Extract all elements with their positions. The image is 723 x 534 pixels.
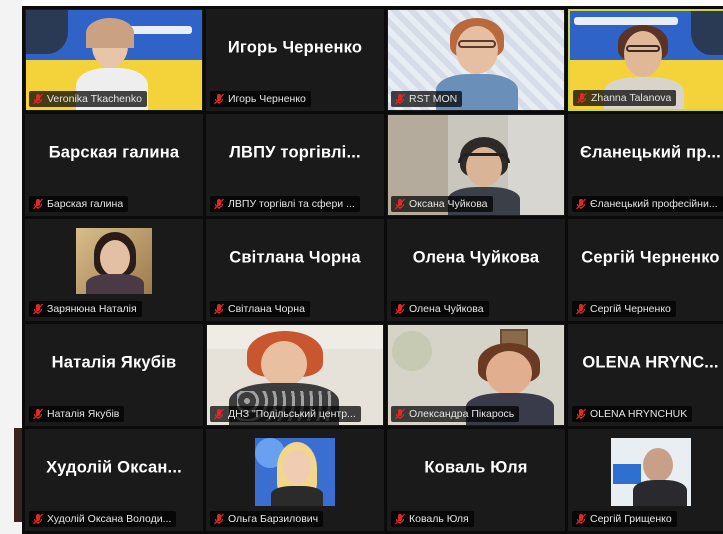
participant-name-tag: Олександра Пікарось [391,406,520,422]
mic-muted-icon [395,408,405,420]
mic-muted-icon [214,198,224,210]
mic-muted-icon [33,513,43,525]
participant-name: RST MON [409,93,458,105]
participant-name: Оксана Чуйкова [409,198,488,210]
mic-muted-icon [33,93,43,105]
mic-muted-icon [576,408,586,420]
mic-muted-icon [576,303,586,315]
participant-name: Veronika Tkachenko [47,93,142,105]
participant-name: Сергій Черненко [590,303,671,315]
mic-muted-icon [33,198,43,210]
participant-tile[interactable]: Коваль Юля Коваль Юля [387,429,565,531]
participant-name-tag: ЛВПУ торгівлі та сфери ... [210,196,360,212]
participant-name: Олена Чуйкова [409,303,484,315]
participant-name: Барская галина [47,198,124,210]
participant-name-tag: Veronika Tkachenko [29,91,147,107]
mic-muted-icon [214,93,224,105]
background-window-edge [0,0,22,534]
participant-tile[interactable]: Veronika Tkachenko [25,9,203,111]
mic-muted-icon [214,408,224,420]
participant-tile[interactable]: Зарянюна Наталія [25,219,203,321]
participant-avatar-photo [255,438,335,506]
participant-name: Наталія Якубів [47,408,120,420]
participant-name: OLENA HRYNCHUK [590,408,688,420]
participant-tile[interactable]: ЛВПУ торгівлі... ЛВПУ торгівлі та сфери … [206,114,384,216]
participant-name: ЛВПУ торгівлі та сфери ... [228,198,355,210]
participant-tile[interactable]: Худолій Оксан... Худолій Оксана Володи..… [25,429,203,531]
participant-name-tag: Олена Чуйкова [391,301,489,317]
participant-tile[interactable]: OLENA HRYNC... OLENA HRYNCHUK [568,324,723,426]
mic-muted-icon [33,408,43,420]
mic-muted-icon [395,93,405,105]
participant-tile-active-speaker[interactable]: Zhanna Talanova [568,9,723,111]
participant-display-name: Олена Чуйкова [412,248,540,267]
participant-name-tag: RST MON [391,91,463,107]
mic-muted-icon [395,513,405,525]
participant-avatar-photo [76,228,152,294]
participant-name: Коваль Юля [409,513,469,525]
mic-muted-icon [214,513,224,525]
participant-name-tag: Зарянюна Наталія [29,301,142,317]
participant-name: Олександра Пікарось [409,408,515,420]
participant-tile[interactable]: Игорь Черненко Игорь Черненко [206,9,384,111]
participant-tile[interactable]: Оксана Чуйкова [387,114,565,216]
participant-display-name: OLENA HRYNC... [582,353,719,372]
participant-name-tag: Сергій Грищенко [572,511,677,527]
participant-name: ДНЗ "Подільський центр... [228,408,356,420]
participant-name: Єланецький професійни... [590,198,718,210]
participant-tile[interactable]: Ольга Барзилович [206,429,384,531]
participant-name: Сергій Грищенко [590,513,672,525]
mic-muted-icon [395,198,405,210]
participant-name-tag: Игорь Черненко [210,91,311,107]
participant-name-tag: Сергій Черненко [572,301,676,317]
participant-display-name: Світлана Чорна [229,248,361,267]
participant-tile[interactable]: RST MON [387,9,565,111]
gallery-grid: Veronika Tkachenko Игорь Черненко Игорь … [22,6,723,534]
participant-name-tag: Худолій Оксана Володи... [29,511,177,527]
participant-name: Ольга Барзилович [228,513,319,525]
mic-muted-icon [577,92,587,104]
participant-name: Худолій Оксана Володи... [47,513,172,525]
participant-tile[interactable]: Сергій Грищенко [568,429,723,531]
participant-display-name: Коваль Юля [424,458,528,477]
participant-name-tag: Коваль Юля [391,511,474,527]
participant-name-tag: Світлана Чорна [210,301,310,317]
participant-display-name: Худолій Оксан... [46,458,182,477]
mic-muted-icon [395,303,405,315]
participant-tile[interactable]: Світлана Чорна Світлана Чорна [206,219,384,321]
participant-name-tag: Барская галина [29,196,129,212]
participant-tile[interactable]: ДНЗ "Подільський центр... [206,324,384,426]
participant-name-tag: Єланецький професійни... [572,196,723,212]
participant-name-tag: Zhanna Talanova [573,90,677,106]
participant-display-name: Єланецький пр... [580,143,721,162]
participant-name: Zhanna Talanova [591,92,672,104]
participant-display-name: Игорь Черненко [227,38,363,57]
mic-muted-icon [576,198,586,210]
background-window-strip [14,428,22,522]
participant-display-name: Наталія Якубів [51,353,177,372]
participant-name-tag: Наталія Якубів [29,406,125,422]
participant-tile[interactable]: Олена Чуйкова Олена Чуйкова [387,219,565,321]
mic-muted-icon [214,303,224,315]
participant-tile[interactable]: Барская галина Барская галина [25,114,203,216]
participant-name-tag: OLENA HRYNCHUK [572,406,693,422]
participant-name-tag: ДНЗ "Подільський центр... [210,406,361,422]
participant-tile[interactable]: Сергій Черненко Сергій Черненко [568,219,723,321]
participant-tile[interactable]: Олександра Пікарось [387,324,565,426]
participant-name-tag: Оксана Чуйкова [391,196,493,212]
mic-muted-icon [33,303,43,315]
participant-name: Світлана Чорна [228,303,305,315]
participant-name: Игорь Черненко [228,93,306,105]
participant-display-name: Сергій Черненко [581,248,720,267]
participant-avatar-photo [610,438,691,506]
participant-display-name: ЛВПУ торгівлі... [229,143,361,162]
participant-tile[interactable]: Наталія Якубів Наталія Якубів [25,324,203,426]
mic-muted-icon [576,513,586,525]
participant-name-tag: Ольга Барзилович [210,511,324,527]
participant-name: Зарянюна Наталія [47,303,137,315]
participant-display-name: Барская галина [48,143,180,162]
participant-tile[interactable]: Єланецький пр... Єланецький професійни..… [568,114,723,216]
